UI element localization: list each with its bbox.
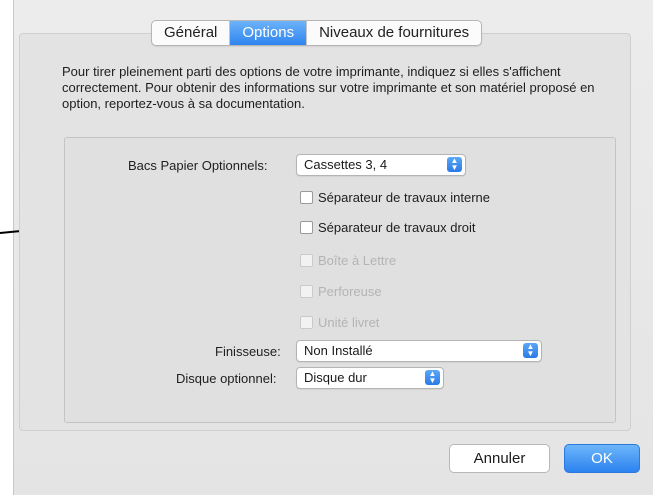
disk-popup[interactable]: Disque dur ▲ ▼ xyxy=(296,367,444,389)
checkbox-puncher: Perforeuse xyxy=(300,283,382,299)
checkbox-box[interactable] xyxy=(300,220,313,234)
checkbox-box xyxy=(300,284,313,298)
checkbox-box[interactable] xyxy=(300,190,313,204)
disk-label: Disque optionnel: xyxy=(176,371,277,386)
cancel-button[interactable]: Annuler xyxy=(449,444,550,473)
finisher-value: Non Installé xyxy=(304,343,373,358)
tab-bar: Général Options Niveaux de fournitures xyxy=(151,20,483,46)
intro-text: Pour tirer pleinement parti des options … xyxy=(62,64,595,111)
checkbox-label: Séparateur de travaux interne xyxy=(318,189,490,205)
tab-supply-levels[interactable]: Niveaux de fournitures xyxy=(307,21,481,45)
checkbox-mailbox: Boîte à Lettre xyxy=(300,252,396,268)
checkbox-box xyxy=(300,315,313,329)
trays-value: Cassettes 3, 4 xyxy=(304,157,388,172)
checkbox-label: Unité livret xyxy=(318,314,380,330)
checkbox-label: Boîte à Lettre xyxy=(318,252,397,268)
tab-general[interactable]: Général xyxy=(152,21,231,45)
checkbox-box xyxy=(300,253,313,267)
checkbox-booklet-unit: Unité livret xyxy=(300,314,379,330)
tab-options[interactable]: Options xyxy=(230,21,308,45)
checkbox-internal-separator[interactable]: Séparateur de travaux interne xyxy=(300,189,490,205)
ok-button[interactable]: OK xyxy=(564,444,640,473)
checkbox-right-separator[interactable]: Séparateur de travaux droit xyxy=(300,219,476,235)
up-down-chevron-icon: ▲ ▼ xyxy=(523,343,538,358)
checkbox-label: Perforeuse xyxy=(318,283,382,299)
up-down-chevron-icon: ▲ ▼ xyxy=(447,157,462,172)
finisher-popup[interactable]: Non Installé ▲ ▼ xyxy=(296,340,542,362)
trays-label: Bacs Papier Optionnels: xyxy=(128,158,268,173)
disk-value: Disque dur xyxy=(304,370,367,385)
up-down-chevron-icon: ▲ ▼ xyxy=(425,370,440,385)
finisher-label: Finisseuse: xyxy=(215,344,281,359)
checkbox-label: Séparateur de travaux droit xyxy=(318,219,476,235)
trays-popup[interactable]: Cassettes 3, 4 ▲ ▼ xyxy=(296,154,466,176)
